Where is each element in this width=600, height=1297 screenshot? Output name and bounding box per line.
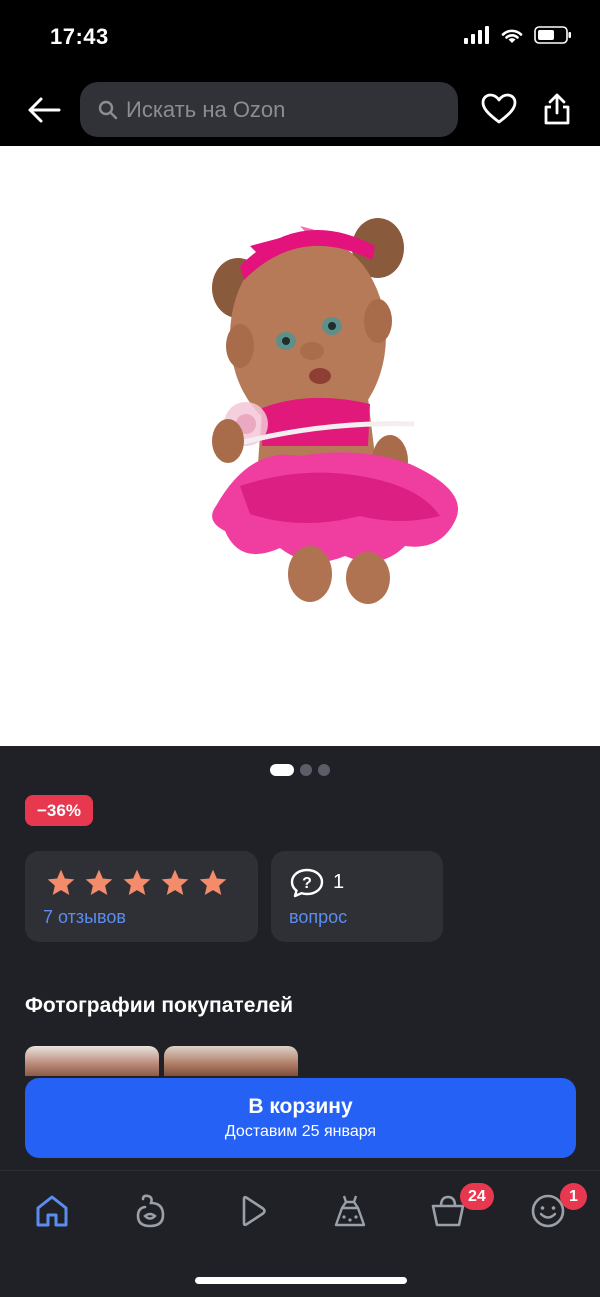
discount-badge: −36% [25,795,93,826]
customer-photo-thumbnail[interactable] [25,1046,159,1076]
question-bubble-icon: ? [290,868,324,898]
signal-icon [464,26,489,44]
carousel-indicator [270,764,330,776]
questions-card[interactable]: ? 1 вопрос [271,851,443,942]
doll-photo [212,218,458,604]
dress-icon [334,1195,366,1227]
carousel-dot[interactable] [318,764,330,776]
profile-notification-badge: 1 [560,1183,587,1210]
nav-fresh[interactable] [130,1191,170,1231]
questions-count: 1 [333,871,345,893]
customer-photo-thumbnail[interactable] [164,1046,298,1076]
carousel-dot[interactable] [270,764,294,776]
status-time: 17:43 [50,24,109,49]
add-to-cart-button[interactable]: В корзину Доставим 25 января [25,1078,576,1158]
favorite-button[interactable] [478,88,520,130]
rating-stars [45,867,229,899]
star-icon [161,869,189,895]
home-icon [36,1195,68,1227]
add-to-cart-label: В корзину [248,1095,353,1118]
search-input[interactable]: Искать на Ozon [80,82,458,137]
star-icon [199,869,227,895]
nav-fashion[interactable] [330,1191,370,1231]
customer-photos-title: Фотографии покупателей [25,994,294,1017]
status-icons [464,26,572,44]
nav-home[interactable] [32,1191,72,1231]
home-indicator [195,1277,407,1284]
star-icon [123,869,151,895]
fresh-icon [136,1194,165,1228]
product-image[interactable] [0,146,600,746]
share-icon [544,93,570,125]
carousel-dot[interactable] [300,764,312,776]
delivery-date: Доставим 25 января [224,1123,377,1140]
svg-text:?: ? [302,875,312,892]
heart-icon [481,93,517,124]
battery-icon [534,26,571,44]
star-icon [85,869,113,895]
arrow-left-icon [28,97,61,123]
cart-count-badge: 24 [460,1183,494,1210]
reviews-link[interactable]: 7 отзывов [43,907,126,928]
play-icon [242,1195,266,1227]
wifi-icon [501,29,523,43]
star-icon [47,869,75,895]
top-bar: Искать на Ozon [0,78,600,146]
search-icon [98,100,118,119]
status-bar: 17:43 [0,0,600,78]
share-button[interactable] [536,88,578,130]
questions-link[interactable]: вопрос [289,907,347,928]
search-placeholder: Искать на Ozon [126,96,286,122]
back-button[interactable] [24,90,64,130]
rating-card[interactable]: 7 отзывов [25,851,258,942]
nav-video[interactable] [232,1191,272,1231]
